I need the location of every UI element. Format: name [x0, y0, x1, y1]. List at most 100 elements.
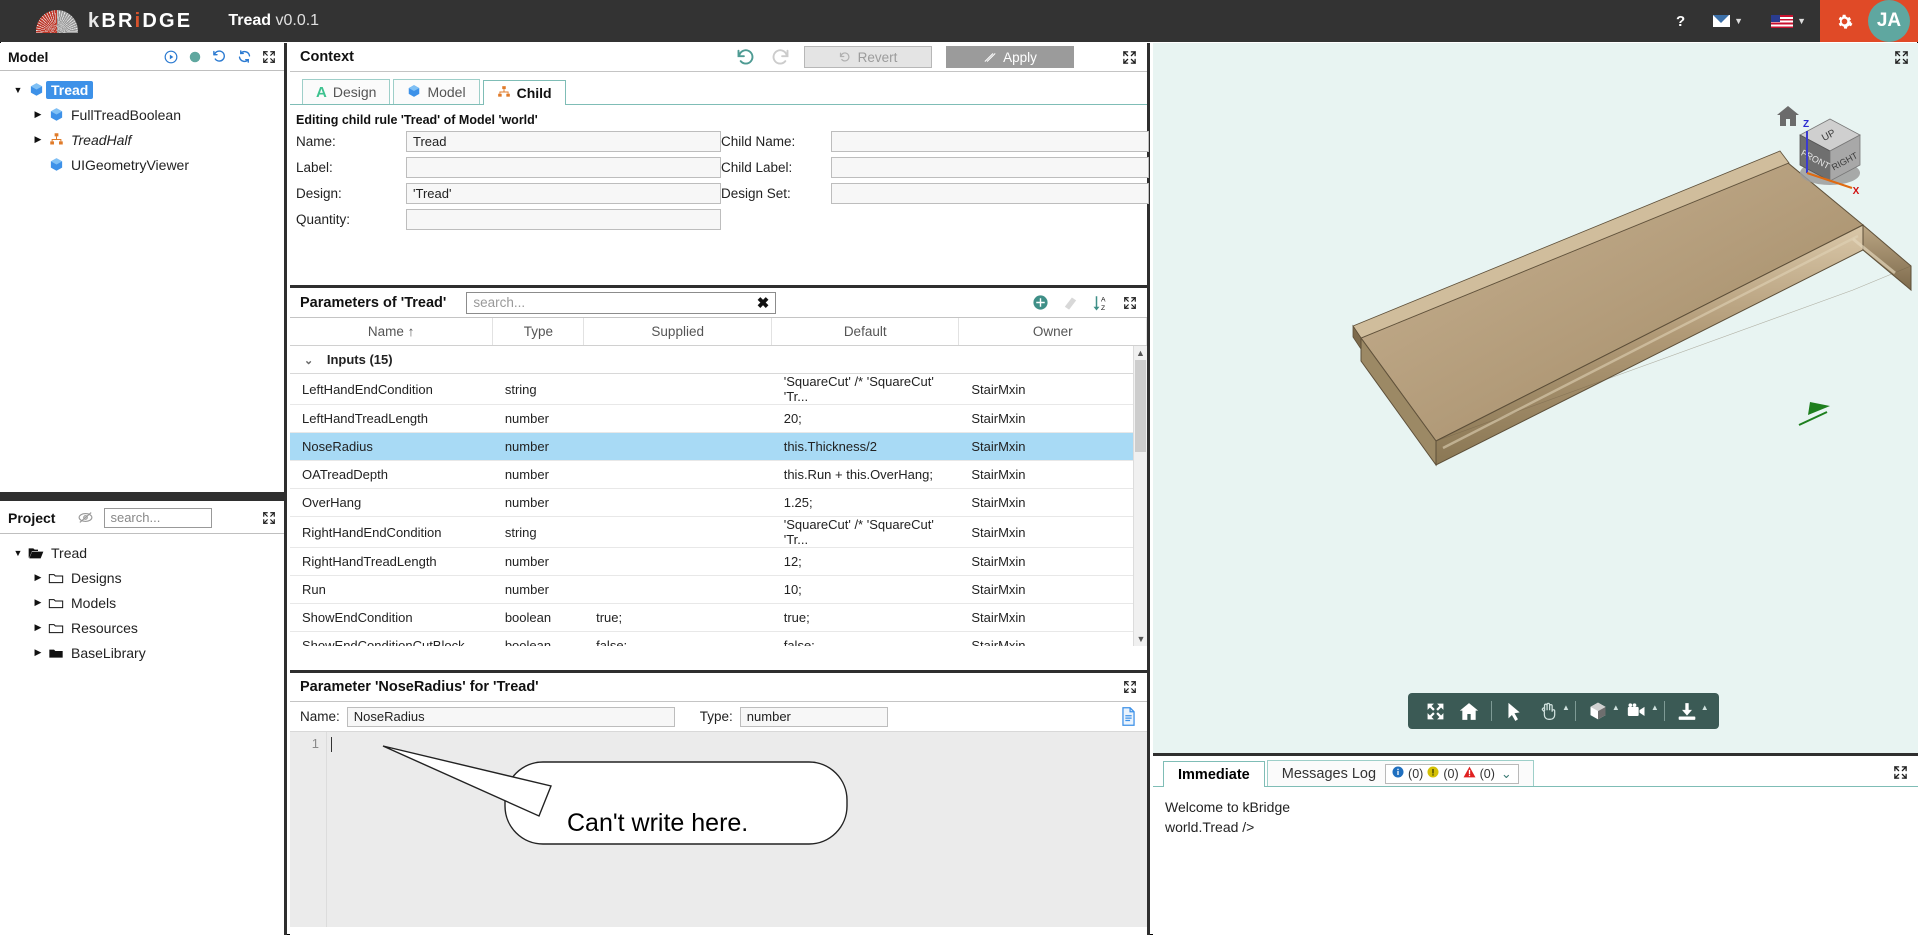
add-icon[interactable]	[1032, 294, 1049, 311]
child-name-input[interactable]	[831, 131, 1149, 152]
viewport-expand-button[interactable]	[1894, 50, 1909, 70]
expand-caret-icon[interactable]: ▶	[30, 647, 46, 658]
design-set-input[interactable]	[831, 183, 1149, 204]
tab-design[interactable]: A Design	[302, 79, 391, 104]
table-row[interactable]: OATreadDepth number this.Run + this.Over…	[290, 460, 1147, 489]
chevron-down-icon[interactable]: ⌄	[304, 355, 313, 367]
console-output[interactable]: Welcome to kBridge world.Tread />	[1153, 787, 1918, 837]
model-tree-item[interactable]: ▶ FullTreadBoolean	[6, 102, 284, 127]
expand-caret-icon[interactable]: ▶	[30, 597, 46, 608]
settings-button[interactable]	[1820, 0, 1868, 42]
tab-immediate[interactable]: Immediate	[1163, 761, 1265, 787]
chevron-up-icon[interactable]: ▲	[1701, 703, 1709, 712]
history-icon[interactable]	[212, 49, 227, 64]
cube-shading-icon[interactable]	[1581, 694, 1615, 728]
scrollbar-thumb[interactable]	[1135, 359, 1146, 452]
console-expand-button[interactable]	[1893, 765, 1908, 785]
model-tree-item[interactable]: ▶ TreadHalf	[6, 127, 284, 152]
help-button[interactable]: ?	[1662, 0, 1699, 42]
download-icon[interactable]	[1670, 694, 1704, 728]
table-row-selected[interactable]: NoseRadius number this.Thickness/2 Stair…	[290, 432, 1147, 461]
quantity-input[interactable]	[406, 209, 721, 230]
expand-caret-icon[interactable]: ▶	[30, 622, 46, 633]
child-label-input[interactable]	[831, 157, 1149, 178]
table-row[interactable]: LeftHandTreadLength number 20; StairMxin	[290, 404, 1147, 433]
cursor-select-icon[interactable]	[1497, 694, 1531, 728]
camera-icon[interactable]	[1620, 694, 1654, 728]
chevron-up-icon[interactable]: ▲	[1612, 703, 1620, 712]
tab-messages-log[interactable]: Messages Log (0) (0) (0) ⌄	[1266, 760, 1534, 786]
table-row[interactable]: LeftHandEndCondition string 'SquareCut' …	[290, 373, 1147, 405]
project-tree-item[interactable]: ▶ Resources	[6, 615, 284, 640]
tab-model[interactable]: Model	[393, 79, 480, 104]
fit-view-icon[interactable]	[1418, 694, 1452, 728]
expand-caret-icon[interactable]: ▼	[10, 548, 26, 558]
project-tree-item[interactable]: ▶ BaseLibrary	[6, 640, 284, 665]
name-input[interactable]: Tread	[406, 131, 721, 152]
status-dot-icon[interactable]	[188, 50, 202, 64]
avatar[interactable]: JA	[1868, 0, 1910, 42]
table-group-row[interactable]: ⌄ Inputs (15)	[290, 345, 1147, 374]
project-tree-item[interactable]: ▼ Tread	[6, 540, 284, 565]
redo-icon[interactable]	[770, 47, 790, 67]
pan-hand-icon[interactable]	[1531, 694, 1565, 728]
column-default[interactable]: Default	[771, 318, 960, 346]
message-badges[interactable]: (0) (0) (0) ⌄	[1385, 763, 1519, 784]
param-type-input[interactable]: number	[739, 706, 888, 727]
chevron-up-icon[interactable]: ▲	[1562, 703, 1570, 712]
erase-icon[interactable]	[1062, 294, 1079, 311]
parameters-scrollbar[interactable]: ▲ ▼	[1133, 345, 1148, 646]
tab-child[interactable]: Child	[482, 80, 566, 105]
table-row[interactable]: RightHandEndCondition string 'SquareCut'…	[290, 516, 1147, 548]
view-cube[interactable]: UP FRONT RIGHT Z X	[1784, 105, 1876, 195]
column-supplied[interactable]: Supplied	[583, 318, 772, 346]
code-editor[interactable]: 1 Can't write here.	[290, 732, 1147, 927]
model-tree-item[interactable]: UIGeometryViewer	[6, 152, 284, 177]
param-name-input[interactable]: NoseRadius	[346, 706, 675, 727]
revert-button[interactable]: Revert	[804, 46, 932, 68]
project-search-input[interactable]: search...	[104, 507, 213, 528]
parameters-search-input[interactable]: search... ✖	[466, 291, 777, 314]
chevron-up-icon[interactable]: ▲	[1651, 703, 1659, 712]
model-tree-item[interactable]: ▼ Tread	[6, 77, 284, 102]
expand-icon[interactable]	[1123, 296, 1137, 310]
expand-caret-icon[interactable]: ▶	[30, 572, 46, 583]
scroll-down-icon[interactable]: ▼	[1134, 632, 1148, 646]
run-icon[interactable]	[164, 50, 178, 64]
brand-area[interactable]: kBRiDGE	[0, 9, 192, 33]
refresh-icon[interactable]	[237, 49, 252, 64]
panel-splitter[interactable]	[0, 492, 284, 501]
home-icon[interactable]	[1452, 694, 1486, 728]
column-owner[interactable]: Owner	[958, 318, 1147, 346]
scroll-up-icon[interactable]: ▲	[1134, 346, 1147, 360]
3d-viewport[interactable]: UP FRONT RIGHT Z X ▲ ▲ ▲ ▲	[1153, 43, 1918, 756]
clear-search-icon[interactable]: ✖	[757, 294, 770, 312]
table-row[interactable]: ShowEndConditionCutBlock boolean false; …	[290, 631, 1147, 646]
column-name[interactable]: Name ↑	[290, 318, 494, 346]
eye-slash-icon[interactable]	[77, 511, 94, 524]
table-row[interactable]: RightHandTreadLength number 12; StairMxi…	[290, 547, 1147, 576]
table-row[interactable]: ShowEndCondition boolean true; true; Sta…	[290, 603, 1147, 632]
project-tree-item[interactable]: ▶ Models	[6, 590, 284, 615]
code-content[interactable]: Can't write here.	[327, 732, 1147, 927]
table-row[interactable]: Run number 10; StairMxin	[290, 575, 1147, 604]
expand-icon[interactable]	[1122, 50, 1137, 65]
table-row[interactable]: OverHang number 1.25; StairMxin	[290, 488, 1147, 517]
expand-caret-icon[interactable]: ▼	[10, 85, 26, 95]
expand-icon[interactable]	[262, 50, 276, 64]
language-button[interactable]: ▼	[1757, 0, 1820, 42]
expand-caret-icon[interactable]: ▶	[30, 109, 46, 120]
expand-icon[interactable]	[1123, 680, 1137, 694]
document-icon[interactable]	[1120, 707, 1137, 726]
chevron-down-icon[interactable]: ⌄	[1501, 766, 1512, 782]
expand-icon[interactable]	[262, 511, 276, 525]
expand-caret-icon[interactable]: ▶	[30, 134, 46, 145]
apply-button[interactable]: Apply	[946, 46, 1074, 68]
project-tree-item[interactable]: ▶ Designs	[6, 565, 284, 590]
undo-icon[interactable]	[736, 47, 756, 67]
design-input[interactable]: 'Tread'	[406, 183, 721, 204]
column-type[interactable]: Type	[492, 318, 585, 346]
label-input[interactable]	[406, 157, 721, 178]
sort-az-icon[interactable]: AZ	[1092, 294, 1110, 312]
messages-button[interactable]: ▼	[1699, 0, 1757, 42]
